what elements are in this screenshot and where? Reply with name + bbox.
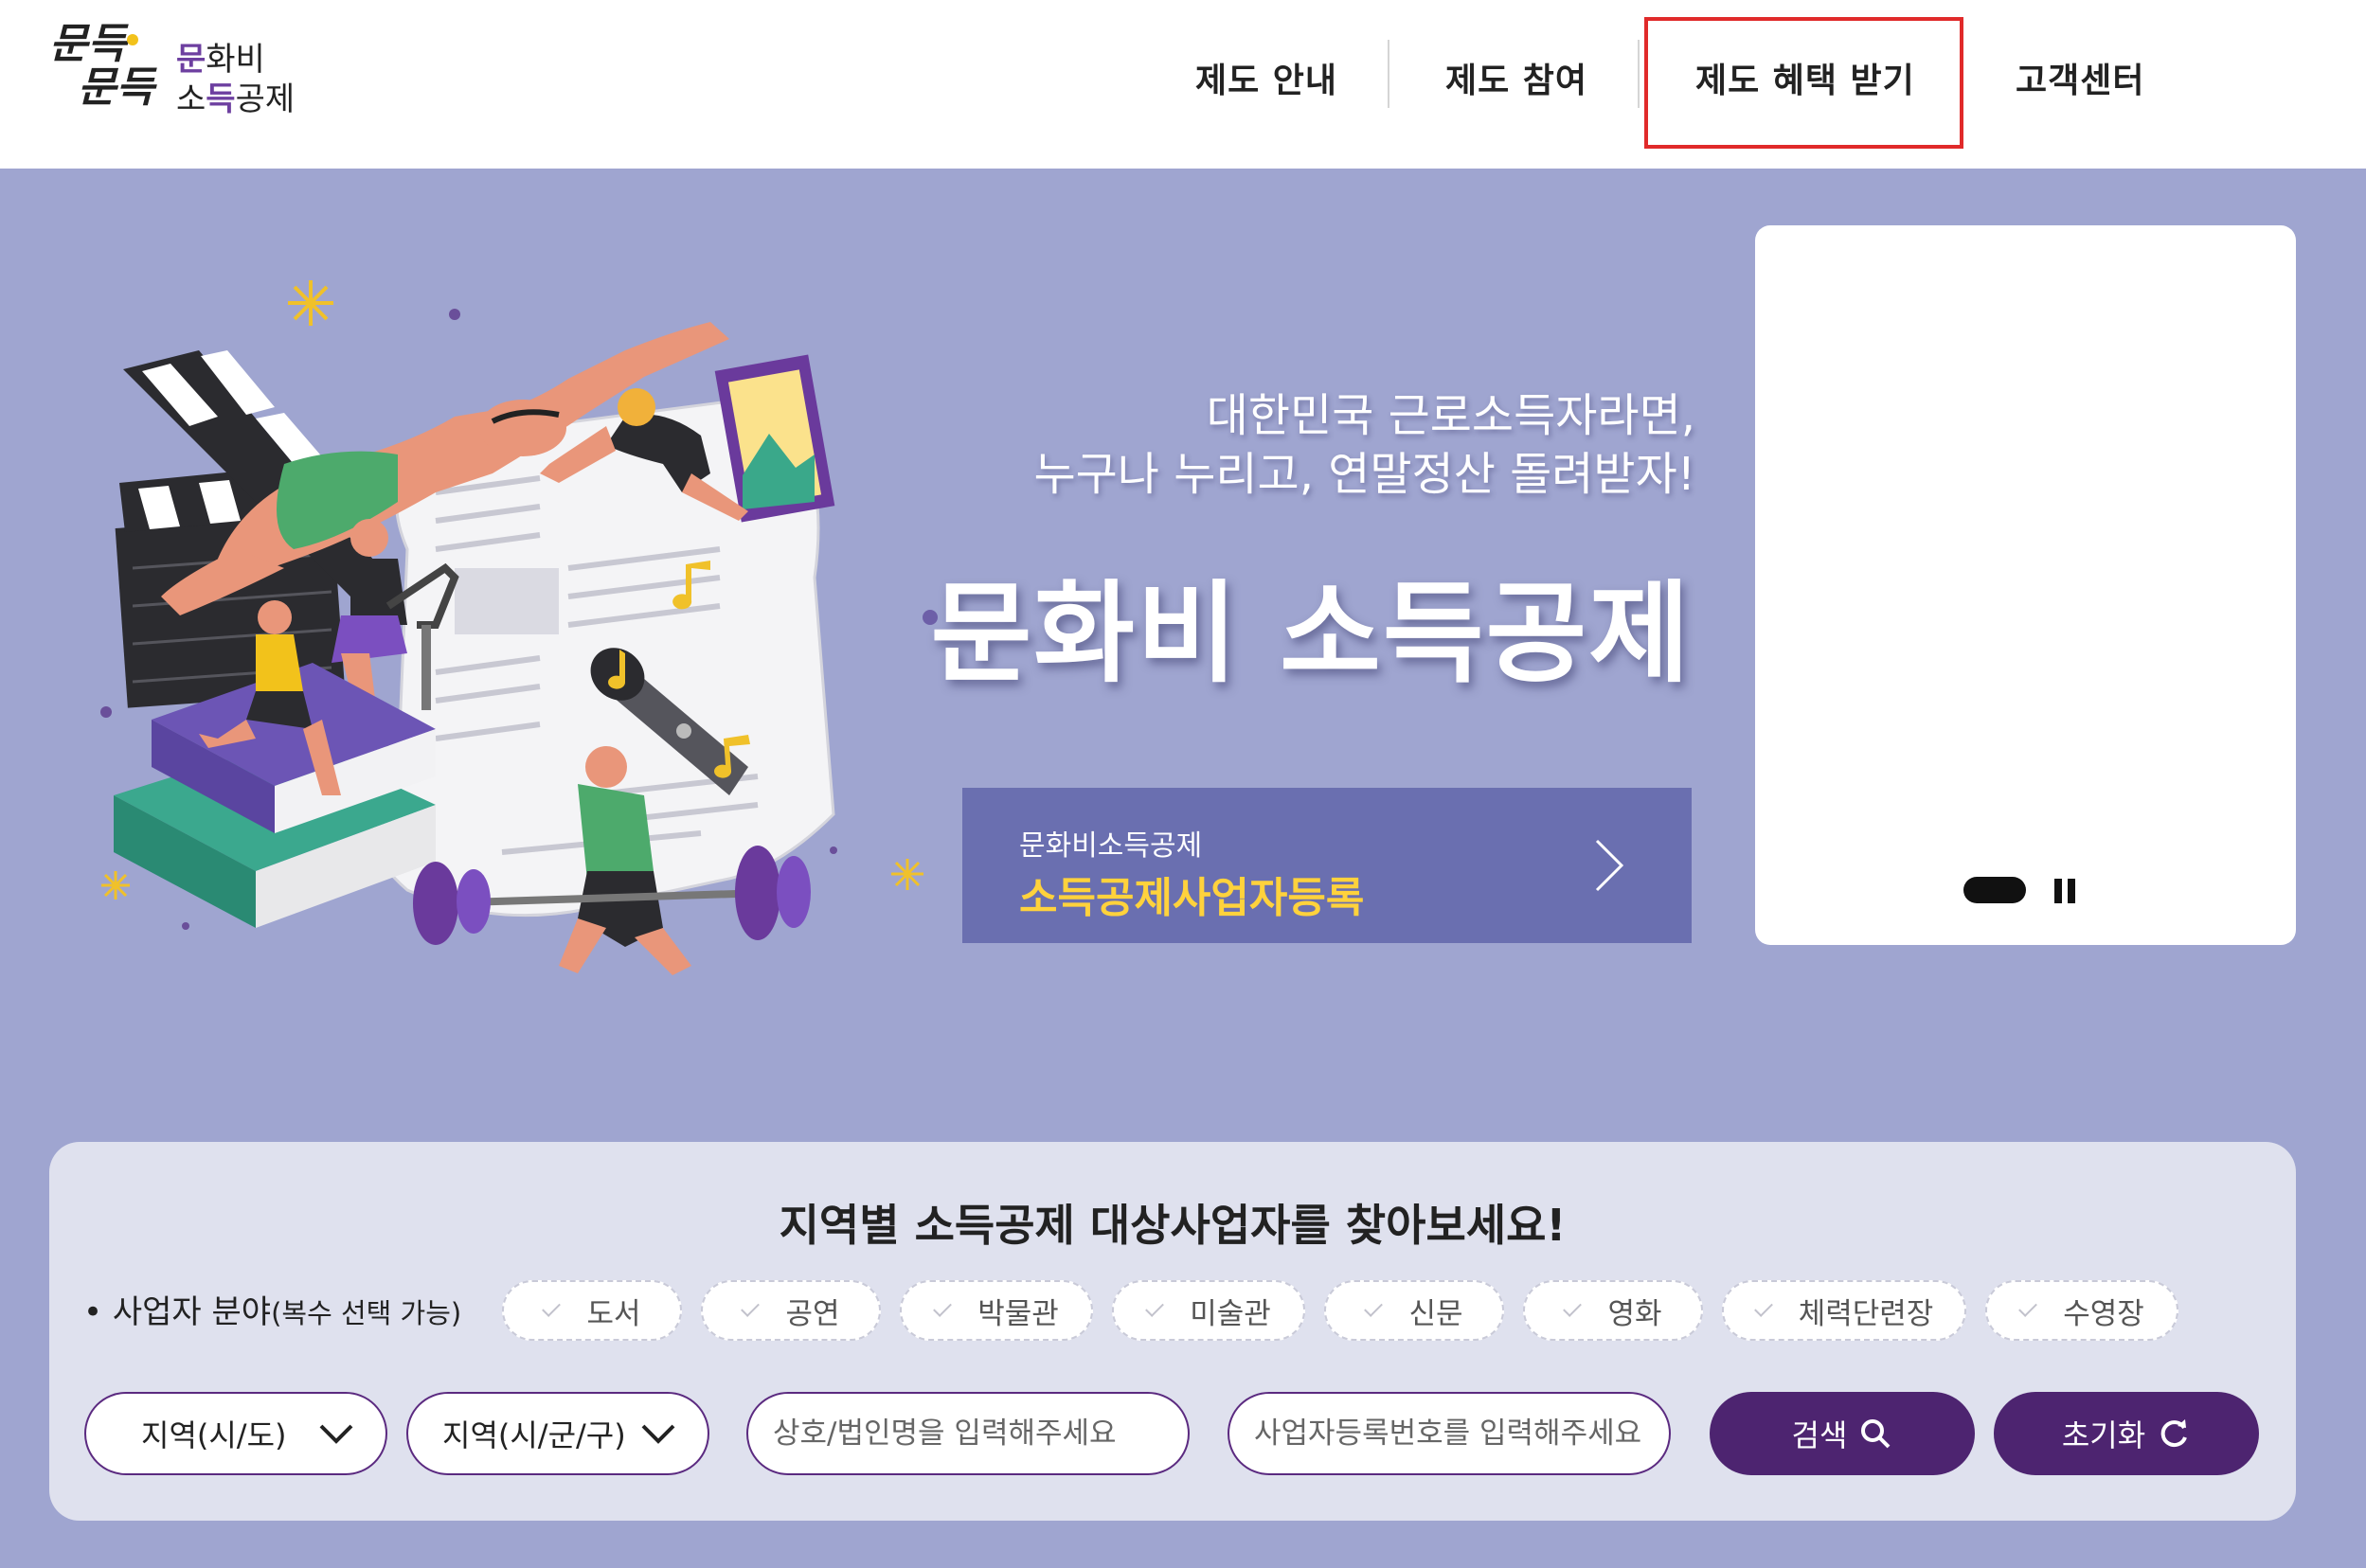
check-icon [2018,1298,2038,1317]
logo-mark-line2: 문득 [78,63,154,112]
category-chip-label: 공연 [785,1296,840,1331]
registration-banner-title: 소득공제사업자등록 [1019,874,1365,922]
category-chip-museum[interactable]: 박물관 [900,1280,1093,1341]
search-title: 지역별 소득공제 대상사업자를 찾아보세요! [779,1200,1567,1251]
business-registration-banner[interactable]: 문화비소득공제 소득공제사업자등록 [962,788,1692,943]
reset-button[interactable]: 초기화 [1994,1392,2259,1475]
logo-text: 문화비 소득공제 [176,40,295,119]
category-chip-performance[interactable]: 공연 [701,1280,881,1341]
pause-icon[interactable] [2051,877,2079,905]
category-chip-label: 체력단련장 [1798,1296,1934,1331]
nav-item-guide[interactable]: 제도 안내 [1195,53,1337,102]
business-name-input[interactable] [748,1417,1188,1451]
check-icon [1364,1298,1384,1317]
business-number-field[interactable] [1228,1392,1671,1475]
nav-divider [1638,40,1640,108]
site-logo[interactable]: 문득 문득 문화비 소득공제 [49,23,314,127]
logo-text-a-2: 소 [176,80,206,118]
business-number-input[interactable] [1229,1417,1669,1451]
region-sigungu-select[interactable]: 지역(시/군/구) [406,1392,709,1475]
nav-item-participate[interactable]: 제도 참여 [1445,53,1587,102]
region-sido-select[interactable]: 지역(시/도) [84,1392,387,1475]
category-label-note: (복수 선택 가능) [271,1297,462,1329]
check-icon [1753,1298,1773,1317]
chevron-right-icon [1595,839,1624,892]
hero-illustration [100,280,923,975]
category-chip-label: 수영장 [2063,1296,2144,1331]
logo-text-highlight-1: 문 [176,41,206,79]
check-icon [542,1298,562,1317]
hero-tagline-line2: 누구나 누리고, 연말정산 돌려받자! [1033,448,1695,501]
business-search-panel: 지역별 소득공제 대상사업자를 찾아보세요! • 사업자 분야(복수 선택 가능… [49,1142,2296,1521]
check-icon [933,1298,953,1317]
refresh-icon [2160,1419,2188,1448]
region-sido-value: 지역(시/도) [141,1417,287,1453]
category-chip-label: 도서 [586,1296,641,1331]
promo-slider-panel [1755,225,2296,945]
nav-divider [1388,40,1389,108]
check-icon [741,1298,761,1317]
category-chip-label: 미술관 [1190,1296,1271,1331]
business-name-field[interactable] [746,1392,1190,1475]
search-button-label: 검색 [1791,1417,1848,1453]
chevron-down-icon [641,1424,675,1444]
sparkle-icon [288,280,333,326]
registration-banner-subtitle: 문화비소득공제 [1019,829,1203,863]
hero-title: 문화비 소득공제 [930,570,1692,698]
category-chip-label: 신문 [1408,1296,1463,1331]
reset-button-label: 초기화 [2061,1417,2146,1453]
category-chip-newspaper[interactable]: 신문 [1324,1280,1504,1341]
category-chip-fitness-center[interactable]: 체력단련장 [1722,1280,1966,1341]
logo-text-highlight-2: 득 [206,80,236,118]
slider-pager-active[interactable] [1963,877,2026,903]
search-icon [1861,1419,1891,1449]
logo-mark: 문득 문득 [49,23,154,110]
chevron-down-icon [319,1424,353,1444]
category-chip-label: 박물관 [977,1296,1059,1331]
check-icon [1145,1298,1165,1317]
region-sigungu-value: 지역(시/군/구) [442,1417,626,1453]
nav-highlight-box [1644,17,1963,149]
category-chip-books[interactable]: 도서 [502,1280,682,1341]
category-chip-art-gallery[interactable]: 미술관 [1112,1280,1305,1341]
category-label: • 사업자 분야(복수 선택 가능) [83,1286,461,1332]
category-label-main: • 사업자 분야 [83,1293,272,1331]
hero-tagline: 대한민국 근로소득자라면, 누구나 누리고, 연말정산 돌려받자! [1033,386,1695,504]
logo-mark-line1: 문득 [49,20,126,68]
hero-tagline-line1: 대한민국 근로소득자라면, [1206,389,1695,442]
search-button[interactable]: 검색 [1710,1392,1975,1475]
logo-dot-icon [127,34,138,45]
category-chip-movie[interactable]: 영화 [1523,1280,1703,1341]
category-chip-swimming-pool[interactable]: 수영장 [1985,1280,2178,1341]
check-icon [1563,1298,1583,1317]
logo-text-rest-2: 공제 [235,80,296,118]
category-chip-label: 영화 [1607,1296,1662,1331]
logo-text-rest-1: 화비 [206,41,265,79]
nav-item-support[interactable]: 고객센터 [2016,53,2144,102]
site-header: 문득 문득 문화비 소득공제 제도 안내 제도 참여 제도 혜택 받기 고객센터 [0,0,2366,169]
